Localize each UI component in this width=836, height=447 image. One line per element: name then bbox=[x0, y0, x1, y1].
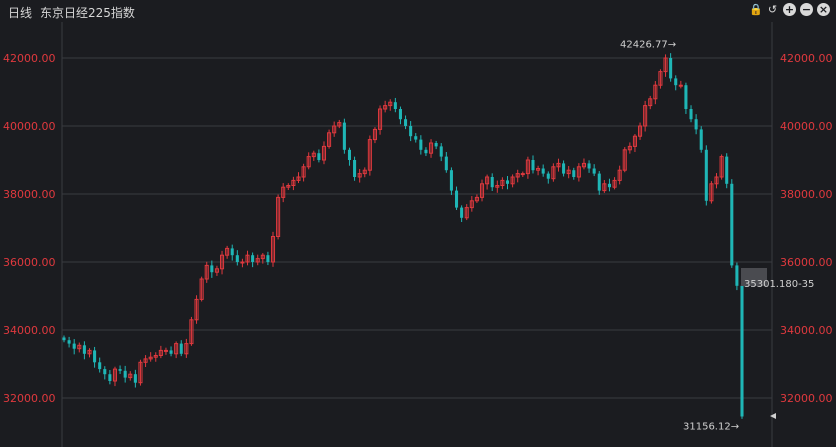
candle-body-down bbox=[123, 370, 127, 378]
candle-body-down bbox=[444, 156, 448, 171]
candle-body-down bbox=[439, 146, 443, 157]
candle-body-up bbox=[520, 173, 525, 176]
candle-body-down bbox=[725, 156, 729, 184]
y-tick-label-left: 32000.00 bbox=[3, 392, 56, 405]
zoom-in-icon[interactable]: + bbox=[783, 3, 796, 16]
y-tick-label-right: 40000.00 bbox=[780, 120, 833, 133]
chart-toolbar: 日线 东京日经225指数 🔒 ↺ + − × bbox=[0, 0, 836, 22]
candle-body-down bbox=[454, 190, 459, 208]
candle-body-down bbox=[169, 350, 173, 354]
candle-body-down bbox=[694, 119, 698, 130]
price-marker-icon bbox=[770, 413, 776, 419]
candle-body-down bbox=[103, 369, 107, 375]
candle-body-down bbox=[592, 168, 596, 174]
candle-body-down bbox=[133, 374, 137, 383]
candle-body-down bbox=[393, 102, 397, 109]
candle-body-down bbox=[230, 248, 234, 256]
candle-body-down bbox=[460, 207, 464, 218]
y-tick-label-right: 42000.00 bbox=[780, 52, 833, 65]
y-tick-label-right: 38000.00 bbox=[780, 188, 833, 201]
candle-body-down bbox=[179, 343, 183, 354]
index-name: 东京日经225指数 bbox=[40, 6, 135, 20]
lock-icon[interactable]: 🔒 bbox=[749, 3, 763, 16]
candle-body-down bbox=[317, 153, 321, 160]
y-tick-label-left: 42000.00 bbox=[3, 52, 56, 65]
candle-body-down bbox=[404, 119, 408, 126]
y-tick-label-left: 34000.00 bbox=[3, 324, 56, 337]
candle-body-down bbox=[419, 139, 423, 150]
candle-body-down bbox=[235, 255, 239, 262]
candle-body-down bbox=[424, 149, 428, 154]
candle-body-down bbox=[735, 265, 739, 286]
candle-body-down bbox=[597, 173, 601, 191]
y-tick-label-right: 36000.00 bbox=[780, 256, 833, 269]
candle-body-down bbox=[62, 337, 66, 341]
candle-body-down bbox=[398, 109, 402, 120]
candle-body-down bbox=[490, 177, 494, 188]
high-value-label: 42426.77→ bbox=[620, 39, 676, 50]
y-tick-label-left: 38000.00 bbox=[3, 188, 56, 201]
candle-body-down bbox=[669, 58, 673, 79]
candle-body-down bbox=[93, 350, 97, 363]
candle-body-down bbox=[251, 255, 255, 262]
toolbar-icons: 🔒 ↺ + − × bbox=[749, 3, 830, 16]
candle-body-up bbox=[240, 261, 245, 264]
candle-body-up bbox=[163, 349, 168, 352]
candle-body-down bbox=[704, 149, 708, 201]
candle-body-down bbox=[434, 143, 438, 147]
candle-body-down bbox=[353, 160, 357, 177]
candle-body-down bbox=[82, 345, 86, 354]
candle-body-down bbox=[266, 255, 270, 262]
candle-body-down bbox=[562, 163, 566, 174]
close-icon[interactable]: × bbox=[817, 3, 830, 16]
candle-body-down bbox=[572, 170, 576, 177]
candle-body-down bbox=[210, 265, 214, 273]
candle-body-down bbox=[531, 160, 535, 171]
candle-body-down bbox=[730, 183, 734, 266]
candle-body-down bbox=[674, 78, 678, 86]
candle-body-down bbox=[108, 374, 112, 381]
candle-body-down bbox=[541, 168, 545, 174]
y-tick-label-right: 32000.00 bbox=[780, 392, 833, 405]
candle-body-down bbox=[67, 340, 71, 344]
candle-body-down bbox=[546, 173, 550, 179]
undo-icon[interactable]: ↺ bbox=[766, 3, 779, 16]
low-value-label: 31156.12→ bbox=[683, 422, 739, 433]
candle-body-down bbox=[409, 126, 413, 137]
candle-body-down bbox=[689, 109, 693, 120]
candle-body-down bbox=[414, 136, 418, 140]
y-tick-label-left: 36000.00 bbox=[3, 256, 56, 269]
y-tick-label-left: 40000.00 bbox=[3, 120, 56, 133]
y-tick-label-right: 34000.00 bbox=[780, 324, 833, 337]
candle-body-down bbox=[740, 285, 744, 417]
candle-body-down bbox=[587, 163, 591, 169]
candle-body-down bbox=[342, 122, 346, 150]
candle-body-down bbox=[449, 170, 453, 191]
candle-body-down bbox=[98, 362, 102, 370]
candle-body-down bbox=[347, 149, 352, 160]
candle-body-down bbox=[699, 129, 703, 150]
candle-body-up bbox=[678, 84, 683, 87]
zoom-out-icon[interactable]: − bbox=[800, 3, 813, 16]
candle-body-down bbox=[607, 183, 611, 188]
candle-body-down bbox=[118, 369, 122, 371]
candle-body-down bbox=[505, 180, 510, 184]
period-label[interactable]: 日线 bbox=[8, 4, 32, 21]
candlestick-chart[interactable]: 32000.00 32000.00 34000.00 34000.00 36000.00… bbox=[0, 0, 836, 447]
crosshair-price-label: 35301.180-35 bbox=[744, 279, 814, 290]
candle-body-down bbox=[684, 85, 688, 109]
candle-body-down bbox=[72, 343, 76, 349]
